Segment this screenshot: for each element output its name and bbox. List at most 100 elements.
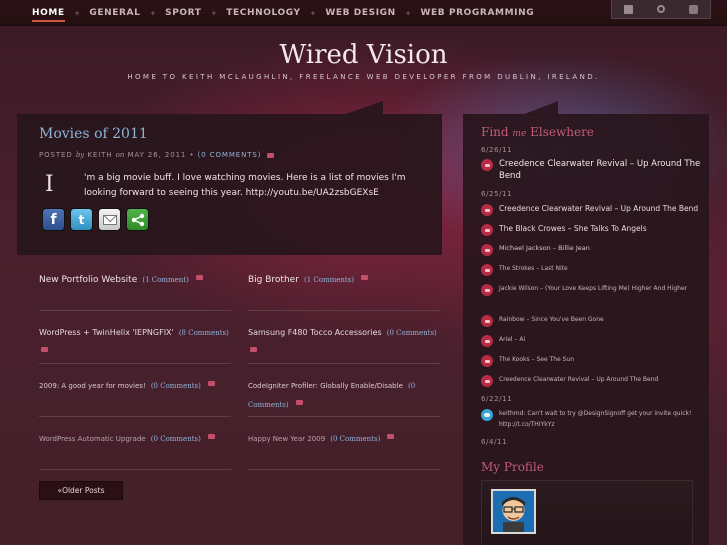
main-nav: Home ✦ General ✦ Sport ✦ Technology ✦ We… [32,0,534,26]
lastfm-icon [481,335,493,347]
post-box-notch [343,101,383,115]
comment-icon [195,275,203,280]
lastfm-icon [481,159,493,171]
post-link[interactable]: 2009: A good year for movies! [39,382,146,390]
activity-item: The Black Crowes – She Talks To Angels [481,223,701,236]
email-icon[interactable] [98,208,121,231]
share-buttons: f t [42,208,149,231]
twitter-icon[interactable]: t [70,208,93,231]
activity-item: The Kooks – See The Sun [481,354,701,367]
lastfm-icon [481,244,493,256]
sidebar: Find me Elsewhere 6/26/11 Creedence Clea… [463,101,709,545]
nav-item-web-programming[interactable]: Web Programming [420,8,534,18]
activity-link[interactable]: Creedence Clearwater Revival – Up Around… [499,203,698,214]
lastfm-icon [481,315,493,327]
post-comment-count[interactable]: (0 Comments) [151,435,201,443]
nav-item-web-design[interactable]: Web Design [325,8,395,18]
top-nav-bar: Home ✦ General ✦ Sport ✦ Technology ✦ We… [0,0,727,26]
post-comment-count[interactable]: (1 Comments) [304,276,354,284]
sidebar-notch [522,101,558,115]
post-dropcap: I [45,172,54,197]
page-icon[interactable] [624,4,633,14]
comment-icon [266,152,274,158]
activity-link[interactable]: Creedence Clearwater Revival – Up Around… [499,158,701,182]
post-meta-posted: POSTED [39,151,73,159]
lastfm-icon [481,375,493,387]
activity-date: 6/26/11 [481,146,513,154]
activity-link[interactable]: keithmd: Can't wait to try @DesignSignof… [499,408,701,430]
post-comment-count[interactable]: (1 Comment) [142,276,188,284]
activity-item: keithmd: Can't wait to try @DesignSignof… [481,408,701,430]
post-comments-link[interactable]: (0 COMMENTS) [198,151,262,159]
activity-link[interactable]: Ariel – Ai [499,334,525,345]
nav-separator-icon: ✦ [149,8,157,18]
activity-item: Michael Jackson – Billie Jean [481,243,701,256]
comment-icon [250,347,257,352]
facebook-icon[interactable]: f [42,208,65,231]
post-meta: POSTED by KEITH on MAY 26, 2011 • (0 COM… [39,151,274,159]
post-link[interactable]: WordPress + TwinHelix 'IEPNGFIX' [39,328,174,337]
activity-item: Ariel – Ai [481,334,701,347]
nav-item-general[interactable]: General [89,8,140,18]
comment-icon [387,434,395,439]
post-comment-count[interactable]: (0 Comments) [387,329,437,337]
heading-find: Find [481,125,509,139]
heading-me: me [512,129,527,139]
comment-icon [295,400,303,405]
nav-separator-icon: ✦ [309,8,317,18]
my-profile-heading: My Profile [481,460,544,474]
lastfm-icon [481,204,493,216]
lastfm-icon [481,264,493,276]
post-list-item: CodeIgniter Profiler: Globally Enable/Di… [248,373,440,417]
post-comment-count[interactable]: (0 Comments) [151,382,201,390]
post-link[interactable]: WordPress Automatic Upgrade [39,435,146,443]
activity-link[interactable]: Jackie Wilson – (Your Love Keeps Lifting… [499,283,687,294]
activity-link[interactable]: The Black Crowes – She Talks To Angels [499,223,647,234]
envelope-shape [102,214,117,225]
post-list-item: WordPress Automatic Upgrade (0 Comments) [39,426,231,470]
older-posts-button[interactable]: «Older Posts [39,481,123,500]
post-list-item: Samsung F480 Tocco Accessories (0 Commen… [248,320,440,364]
activity-item: Creedence Clearwater Revival – Up Around… [481,158,701,182]
post-link[interactable]: Happy New Year 2009 [248,435,325,443]
activity-item: Creedence Clearwater Revival – Up Around… [481,374,701,387]
activity-date: 6/25/11 [481,190,513,198]
activity-date: 6/4/11 [481,438,508,446]
heading-elsewhere: Elsewhere [530,125,594,139]
post-meta-on: on [115,151,125,159]
post-link[interactable]: Samsung F480 Tocco Accessories [248,328,382,337]
share-icon[interactable] [126,208,149,231]
rss-icon[interactable] [689,4,698,14]
nav-item-sport[interactable]: Sport [165,8,201,18]
site-title[interactable]: Wired Vision [0,40,727,70]
featured-post: Movies of 2011 POSTED by KEITH on MAY 26… [17,101,442,255]
post-list-item: 2009: A good year for movies! (0 Comment… [39,373,231,417]
post-link[interactable]: CodeIgniter Profiler: Globally Enable/Di… [248,382,403,390]
post-meta-by: by [75,151,85,159]
activity-link[interactable]: Michael Jackson – Billie Jean [499,243,590,254]
activity-item: Rainbow – Since You've Been Gone [481,314,701,327]
activity-link[interactable]: Creedence Clearwater Revival – Up Around… [499,374,658,385]
site-tagline: Home to Keith McLaughlin, freelance web … [127,73,600,81]
post-link[interactable]: Big Brother [248,275,299,285]
nav-item-technology[interactable]: Technology [226,8,300,18]
avatar[interactable] [491,489,536,534]
find-me-elsewhere-heading: Find me Elsewhere [481,125,594,139]
post-meta-bullet: • [189,151,195,159]
post-comment-count[interactable]: (8 Comments) [179,329,229,337]
activity-link[interactable]: The Strokes – Last Nite [499,263,568,274]
activity-link[interactable]: The Kooks – See The Sun [499,354,574,365]
post-title[interactable]: Movies of 2011 [39,126,148,142]
activity-link[interactable]: Rainbow – Since You've Been Gone [499,314,604,325]
post-comment-count[interactable]: (0 Comments) [330,435,380,443]
comment-icon [361,275,369,280]
search-icon[interactable] [657,5,665,13]
nav-separator-icon: ✦ [73,8,81,18]
post-list-item: WordPress + TwinHelix 'IEPNGFIX' (8 Comm… [39,320,231,364]
post-author[interactable]: KEITH [87,151,112,159]
activity-date: 6/22/11 [481,395,513,403]
nav-item-home[interactable]: Home [32,8,65,22]
comment-icon [41,347,48,352]
activity-item: The Strokes – Last Nite [481,263,701,276]
post-link[interactable]: New Portfolio Website [39,275,137,285]
